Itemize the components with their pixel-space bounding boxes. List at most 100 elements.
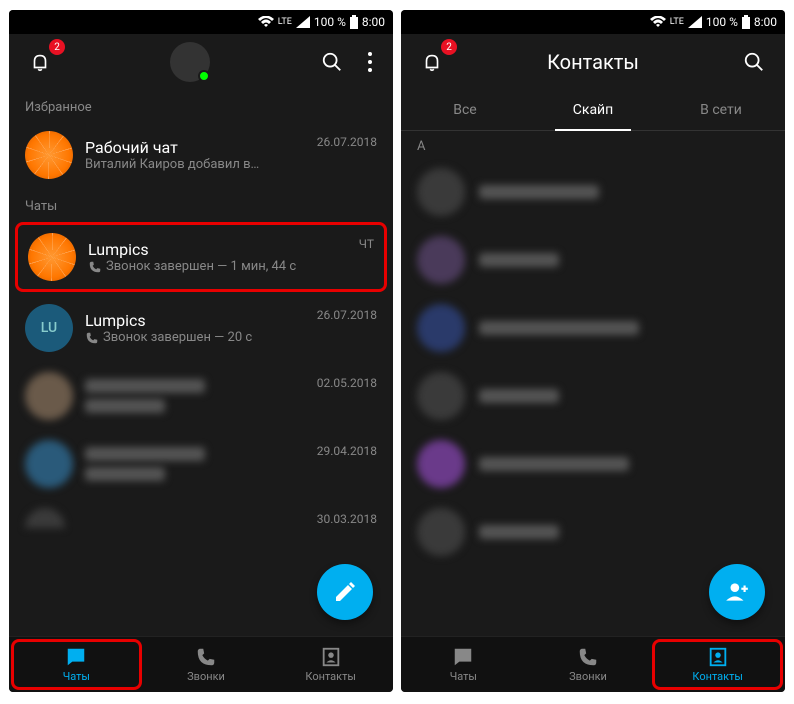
chat-row[interactable]: 29.04.2018	[9, 430, 393, 498]
chat-row-highlighted[interactable]: Lumpics Звонок завершен — 1 мин, 44 с ЧТ	[15, 222, 387, 292]
wifi-icon	[258, 16, 274, 28]
battery-percent: 100 %	[706, 15, 738, 29]
chat-avatar	[25, 372, 73, 420]
notifications-button[interactable]: 2	[413, 43, 451, 81]
chat-row[interactable]: 02.05.2018	[9, 362, 393, 430]
nav-chats[interactable]: Чаты	[11, 639, 142, 690]
contact-avatar	[417, 304, 465, 352]
contacts-list: A	[401, 131, 785, 636]
contact-name-blurred	[479, 185, 599, 199]
notif-badge: 2	[441, 39, 457, 55]
nav-contacts[interactable]: Контакты	[652, 639, 783, 690]
contact-row[interactable]	[401, 158, 785, 226]
chat-title-blurred	[85, 447, 205, 461]
app-header: 2	[9, 34, 393, 90]
call-icon	[88, 260, 102, 274]
contact-row[interactable]	[401, 226, 785, 294]
notif-badge: 2	[49, 39, 65, 55]
phone-chats: LTE 100 % 8:00 2 Избранное Р	[9, 10, 393, 692]
chat-avatar	[25, 131, 73, 179]
contacts-tabs: Все Скайп В сети	[401, 90, 785, 131]
chat-avatar: LU	[25, 304, 73, 352]
contact-avatar	[417, 440, 465, 488]
contact-avatar	[417, 372, 465, 420]
clock: 8:00	[754, 15, 777, 29]
phone-icon	[195, 646, 217, 668]
search-button[interactable]	[313, 43, 351, 81]
search-button[interactable]	[735, 43, 773, 81]
app-header: 2 Контакты	[401, 34, 785, 90]
nav-contacts[interactable]: Контакты	[268, 637, 393, 692]
status-bar: LTE 100 % 8:00	[401, 10, 785, 34]
chat-title-blurred	[85, 379, 205, 393]
chat-icon	[65, 646, 87, 668]
contact-row[interactable]	[401, 430, 785, 498]
chat-sub-blurred	[85, 399, 165, 413]
chat-list: Избранное Рабочий чат Виталий Каиров доб…	[9, 90, 393, 636]
chat-title: Рабочий чат	[85, 138, 305, 157]
add-contact-fab[interactable]	[709, 564, 765, 620]
chat-subtitle: Звонок завершен — 20 с	[85, 330, 305, 345]
phone-contacts: LTE 100 % 8:00 2 Контакты Все Скайп В се…	[401, 10, 785, 692]
contact-name-blurred	[479, 321, 639, 335]
chat-row[interactable]: Рабочий чат Виталий Каиров добавил в… 26…	[9, 121, 393, 189]
contact-name-blurred	[479, 457, 629, 471]
nav-chats[interactable]: Чаты	[401, 637, 526, 692]
bottom-nav: Чаты Звонки Контакты	[401, 636, 785, 692]
letter-header: A	[401, 131, 785, 158]
bottom-nav: Чаты Звонки Контакты	[9, 636, 393, 692]
chat-subtitle: Звонок завершен — 1 мин, 44 с	[88, 259, 347, 274]
battery-icon	[350, 15, 358, 29]
phone-icon	[577, 646, 599, 668]
contact-row[interactable]	[401, 498, 785, 566]
chat-icon	[452, 646, 474, 668]
status-bar: LTE 100 % 8:00	[9, 10, 393, 34]
nav-calls[interactable]: Звонки	[526, 637, 651, 692]
signal-icon	[296, 16, 310, 28]
clock: 8:00	[362, 15, 385, 29]
nav-calls[interactable]: Звонки	[144, 637, 269, 692]
notifications-button[interactable]: 2	[21, 43, 59, 81]
chat-avatar	[28, 233, 76, 281]
chat-row[interactable]: LU Lumpics Звонок завершен — 20 с 26.07.…	[9, 294, 393, 362]
call-icon	[85, 331, 99, 345]
contacts-icon	[320, 646, 342, 668]
contact-name-blurred	[479, 525, 559, 539]
chat-meta: 26.07.2018	[317, 308, 377, 322]
signal-icon	[688, 16, 702, 28]
chat-subtitle: Виталий Каиров добавил в…	[85, 157, 305, 172]
chat-meta: 26.07.2018	[317, 135, 377, 149]
profile-avatar[interactable]	[170, 42, 210, 82]
contact-name-blurred	[479, 253, 559, 267]
chat-avatar	[25, 508, 65, 528]
chat-row[interactable]: 30.03.2018	[9, 498, 393, 530]
chat-meta: 02.05.2018	[317, 376, 377, 390]
contact-avatar	[417, 236, 465, 284]
more-button[interactable]	[359, 43, 381, 81]
section-favorites: Избранное	[9, 90, 393, 121]
battery-percent: 100 %	[314, 15, 346, 29]
battery-icon	[742, 15, 750, 29]
chat-meta: 29.04.2018	[317, 444, 377, 458]
contact-name-blurred	[479, 389, 559, 403]
contact-row[interactable]	[401, 294, 785, 362]
presence-indicator	[198, 70, 210, 82]
contact-row[interactable]	[401, 362, 785, 430]
page-title: Контакты	[459, 50, 727, 74]
tab-all[interactable]: Все	[401, 90, 529, 130]
chat-sub-blurred	[85, 467, 165, 481]
lte-label: LTE	[278, 18, 292, 27]
wifi-icon	[650, 16, 666, 28]
chat-title: Lumpics	[88, 240, 347, 259]
chat-meta: 30.03.2018	[317, 512, 377, 526]
tab-skype[interactable]: Скайп	[529, 90, 657, 130]
compose-fab[interactable]	[317, 564, 373, 620]
chat-avatar	[25, 440, 73, 488]
contact-avatar	[417, 508, 465, 556]
tab-online[interactable]: В сети	[657, 90, 785, 130]
chat-meta: ЧТ	[359, 237, 374, 251]
contacts-icon	[707, 646, 729, 668]
contact-avatar	[417, 168, 465, 216]
lte-label: LTE	[670, 18, 684, 27]
chat-title: Lumpics	[85, 311, 305, 330]
